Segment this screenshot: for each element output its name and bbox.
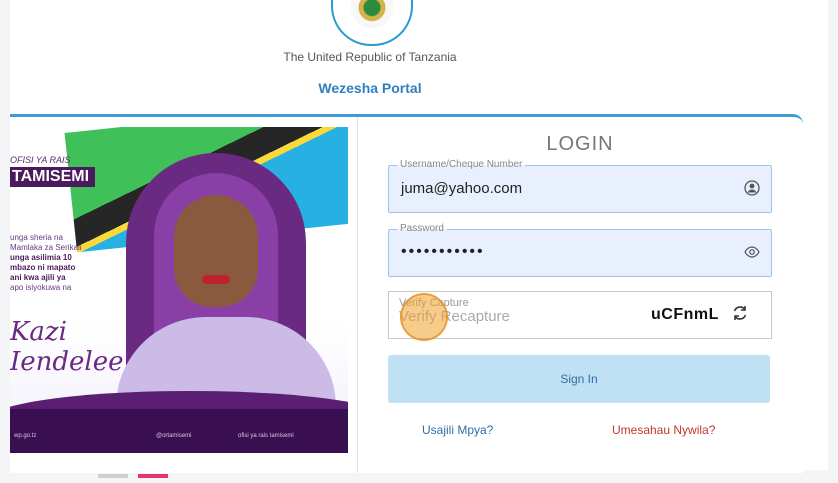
- login-card: OFISI YA RAIS TAMISEMI unga sheria na Ma…: [10, 114, 803, 478]
- forgot-password-link[interactable]: Umesahau Nywila?: [612, 423, 715, 437]
- banner-slogan-line1: Kazi: [10, 317, 67, 347]
- refresh-icon[interactable]: [731, 304, 749, 327]
- username-value[interactable]: juma@yahoo.com: [401, 180, 522, 197]
- captcha-code: uCFnmL: [651, 306, 719, 323]
- carousel-dot-1[interactable]: [98, 474, 128, 478]
- login-title: LOGIN: [546, 133, 614, 155]
- emblem-shield-icon: [351, 0, 393, 28]
- portrait-image: [106, 147, 346, 407]
- card-divider: [357, 117, 358, 473]
- banner-org-text: TAMISEMI: [10, 167, 96, 187]
- password-value[interactable]: •••••••••••: [401, 243, 485, 261]
- portal-title: Wezesha Portal: [318, 80, 422, 96]
- banner-office-text: OFISI YA RAIS: [10, 155, 71, 165]
- register-link[interactable]: Usajili Mpya?: [422, 423, 493, 437]
- carousel-dot-2[interactable]: [138, 474, 169, 478]
- country-name: The United Republic of Tanzania: [283, 50, 457, 64]
- click-indicator: [400, 293, 448, 341]
- promo-banner: OFISI YA RAIS TAMISEMI unga sheria na Ma…: [10, 127, 348, 453]
- coat-of-arms-logo: [331, 0, 413, 46]
- username-label: Username/Cheque Number: [397, 159, 526, 170]
- carousel-indicators: [98, 465, 174, 483]
- user-circle-icon: [743, 180, 761, 198]
- password-label: Password: [397, 223, 447, 234]
- username-field[interactable]: Username/Cheque Number juma@yahoo.com: [388, 159, 772, 213]
- banner-footer-bar: [10, 409, 348, 453]
- banner-slogan-line2: Iendelee: [10, 347, 124, 377]
- sign-in-button[interactable]: Sign In: [388, 355, 770, 403]
- eye-icon[interactable]: [743, 244, 761, 262]
- login-page: The United Republic of Tanzania Wezesha …: [10, 0, 828, 478]
- banner-body-text: unga sheria na Mamlaka za Serikali unga …: [10, 233, 82, 292]
- password-field[interactable]: Password •••••••••••: [388, 223, 772, 277]
